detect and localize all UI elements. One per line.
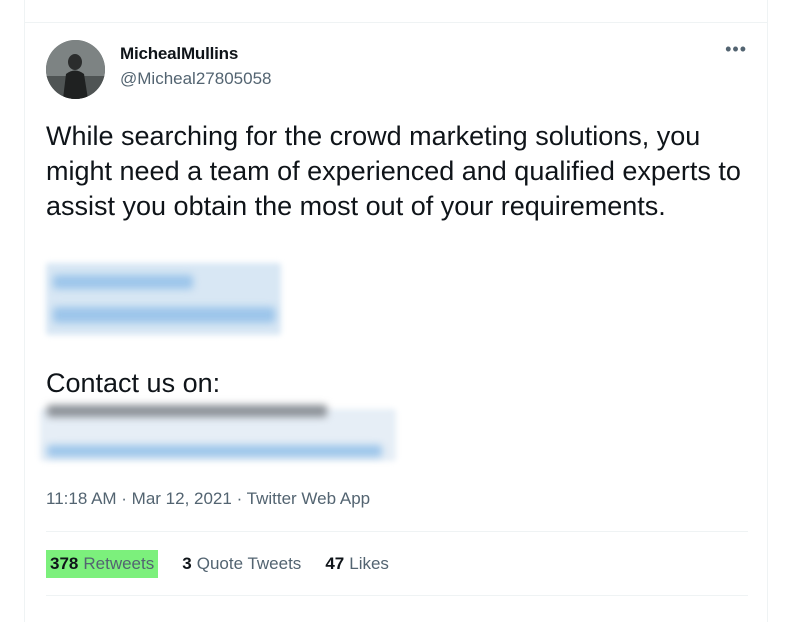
quote-tweets-stat[interactable]: 3 Quote Tweets: [182, 554, 301, 574]
display-name[interactable]: MichealMullins: [120, 44, 238, 64]
redacted-link[interactable]: [46, 263, 281, 335]
tweet-card: MichealMullins @Micheal27805058 ••• Whil…: [24, 22, 768, 622]
redacted-contact-line: [47, 405, 327, 417]
divider: [46, 531, 748, 532]
likes-label: Likes: [349, 554, 389, 573]
tweet-text: While searching for the crowd marketing …: [46, 121, 749, 221]
quote-tweets-count: 3: [182, 554, 192, 573]
previous-tweet-border: [24, 0, 768, 22]
tweet-stats: 378 Retweets 3 Quote Tweets 47 Likes: [46, 549, 413, 579]
contact-label: Contact us on:: [46, 368, 221, 398]
retweets-count: 378: [50, 554, 79, 573]
user-handle[interactable]: @Micheal27805058: [120, 69, 271, 89]
retweets-label: Retweets: [83, 554, 155, 573]
likes-stat[interactable]: 47 Likes: [325, 554, 389, 574]
divider: [46, 595, 748, 596]
retweets-stat[interactable]: 378 Retweets: [46, 550, 159, 578]
quote-tweets-label: Quote Tweets: [196, 554, 302, 573]
redacted-contact-line: [47, 445, 382, 457]
likes-count: 47: [325, 554, 345, 573]
redacted-link-line: [53, 307, 275, 323]
more-horizontal-icon[interactable]: •••: [725, 39, 747, 60]
avatar[interactable]: [46, 40, 105, 99]
tweet-timestamp[interactable]: 11:18 AM · Mar 12, 2021 · Twitter Web Ap…: [46, 489, 370, 509]
redacted-link-line: [53, 275, 193, 289]
